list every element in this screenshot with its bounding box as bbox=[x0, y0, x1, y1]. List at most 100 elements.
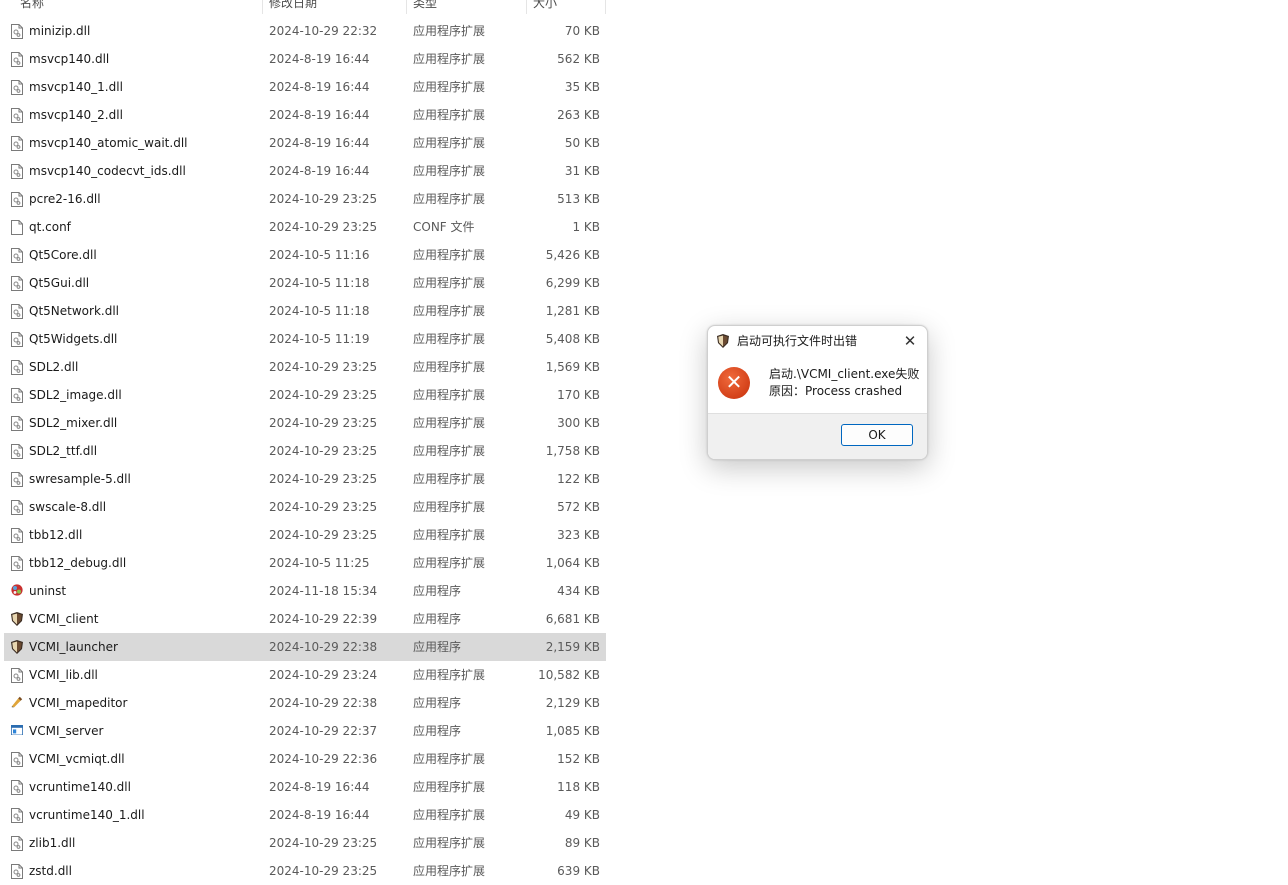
file-type: 应用程序扩展 bbox=[413, 80, 486, 94]
file-date: 2024-10-29 23:25 bbox=[269, 836, 378, 850]
file-row[interactable]: msvcp140_2.dll 2024-8-19 16:44 应用程序扩展 263 K… bbox=[4, 101, 606, 129]
file-row[interactable]: VCMI_mapeditor 2024-10-29 22:38 应用程序 2,129 … bbox=[4, 689, 606, 717]
file-row[interactable]: SDL2_image.dll 2024-10-29 23:25 应用程序扩展 170 … bbox=[4, 381, 606, 409]
file-name: swscale-8.dll bbox=[29, 500, 107, 514]
file-size: 1,569 KB bbox=[545, 360, 600, 374]
file-type: 应用程序扩展 bbox=[413, 780, 486, 794]
file-date: 2024-10-29 23:25 bbox=[269, 360, 378, 374]
file-size: 49 KB bbox=[564, 808, 600, 822]
file-row[interactable]: SDL2_ttf.dll 2024-10-29 23:25 应用程序扩展 1,758 … bbox=[4, 437, 606, 465]
file-row[interactable]: minizip.dll 2024-10-29 22:32 应用程序扩展 70 KB bbox=[4, 17, 606, 45]
ok-button[interactable]: OK bbox=[841, 424, 913, 446]
file-date: 2024-10-29 23:25 bbox=[269, 500, 378, 514]
dialog-title-bar[interactable]: 启动可执行文件时出错 ✕ bbox=[708, 326, 927, 356]
file-row[interactable]: msvcp140.dll 2024-8-19 16:44 应用程序扩展 562 KB bbox=[4, 45, 606, 73]
file-type: 应用程序扩展 bbox=[413, 52, 486, 66]
file-row[interactable]: zlib1.dll 2024-10-29 23:25 应用程序扩展 89 KB bbox=[4, 829, 606, 857]
file-row[interactable]: Qt5Network.dll 2024-10-5 11:18 应用程序扩展 1,281… bbox=[4, 297, 606, 325]
file-row[interactable]: swscale-8.dll 2024-10-29 23:25 应用程序扩展 572 K… bbox=[4, 493, 606, 521]
file-size: 323 KB bbox=[557, 528, 600, 542]
column-divider[interactable] bbox=[526, 0, 527, 14]
file-type: 应用程序扩展 bbox=[413, 836, 486, 850]
file-size: 513 KB bbox=[557, 192, 600, 206]
file-row[interactable]: tbb12_debug.dll 2024-10-5 11:25 应用程序扩展 1,06… bbox=[4, 549, 606, 577]
file-name: msvcp140.dll bbox=[29, 52, 110, 66]
file-row[interactable]: VCMI_lib.dll 2024-10-29 23:24 应用程序扩展 10,582… bbox=[4, 661, 606, 689]
file-row[interactable]: msvcp140_1.dll 2024-8-19 16:44 应用程序扩展 35 KB bbox=[4, 73, 606, 101]
file-row[interactable]: uninst 2024-11-18 15:34 应用程序 434 KB bbox=[4, 577, 606, 605]
file-size: 562 KB bbox=[557, 52, 600, 66]
file-date: 2024-10-5 11:25 bbox=[269, 556, 370, 570]
file-name: msvcp140_2.dll bbox=[29, 108, 123, 122]
file-name: msvcp140_1.dll bbox=[29, 80, 123, 94]
file-row[interactable]: qt.conf 2024-10-29 23:25 CONF 文件 1 KB bbox=[4, 213, 606, 241]
file-name: VCMI_mapeditor bbox=[29, 696, 128, 710]
file-row[interactable]: VCMI_vcmiqt.dll 2024-10-29 22:36 应用程序扩展 152… bbox=[4, 745, 606, 773]
file-size: 50 KB bbox=[564, 136, 600, 150]
column-header-type[interactable]: 类型 bbox=[413, 0, 437, 14]
file-row[interactable]: pcre2-16.dll 2024-10-29 23:25 应用程序扩展 513 KB bbox=[4, 185, 606, 213]
column-divider[interactable] bbox=[605, 0, 606, 14]
file-type: 应用程序扩展 bbox=[413, 108, 486, 122]
file-name: Qt5Network.dll bbox=[29, 304, 119, 318]
dll-file-icon bbox=[11, 500, 23, 515]
file-type: 应用程序扩展 bbox=[413, 416, 486, 430]
error-circle-icon: ✕ bbox=[718, 367, 750, 399]
file-date: 2024-8-19 16:44 bbox=[269, 780, 370, 794]
file-date: 2024-10-29 22:37 bbox=[269, 724, 378, 738]
file-row[interactable]: VCMI_launcher 2024-10-29 22:38 应用程序 2,159 K… bbox=[4, 633, 606, 661]
file-type: 应用程序扩展 bbox=[413, 332, 486, 346]
file-type: 应用程序扩展 bbox=[413, 388, 486, 402]
dialog-title: 启动可执行文件时出错 bbox=[737, 334, 858, 348]
dll-file-icon bbox=[11, 164, 23, 179]
file-row[interactable]: VCMI_server 2024-10-29 22:37 应用程序 1,085 KB bbox=[4, 717, 606, 745]
column-divider[interactable] bbox=[262, 0, 263, 14]
file-size: 170 KB bbox=[557, 388, 600, 402]
file-row[interactable]: SDL2_mixer.dll 2024-10-29 23:25 应用程序扩展 300 … bbox=[4, 409, 606, 437]
file-row[interactable]: Qt5Core.dll 2024-10-5 11:16 应用程序扩展 5,426 KB bbox=[4, 241, 606, 269]
dialog-body: ✕ 启动.\VCMI_client.exe失败 原因：Process crash… bbox=[708, 356, 927, 413]
file-date: 2024-8-19 16:44 bbox=[269, 164, 370, 178]
file-type: 应用程序扩展 bbox=[413, 248, 486, 262]
file-row[interactable]: vcruntime140_1.dll 2024-8-19 16:44 应用程序扩展 4… bbox=[4, 801, 606, 829]
file-type: 应用程序 bbox=[413, 696, 462, 710]
uninstaller-icon bbox=[11, 584, 23, 599]
file-row[interactable]: msvcp140_atomic_wait.dll 2024-8-19 16:44 应… bbox=[4, 129, 606, 157]
file-row[interactable]: Qt5Widgets.dll 2024-10-5 11:19 应用程序扩展 5,408… bbox=[4, 325, 606, 353]
file-type: 应用程序扩展 bbox=[413, 864, 486, 878]
file-name: VCMI_server bbox=[29, 724, 104, 738]
file-size: 639 KB bbox=[557, 864, 600, 878]
file-name: zlib1.dll bbox=[29, 836, 76, 850]
file-type: 应用程序 bbox=[413, 612, 462, 626]
file-row[interactable]: zstd.dll 2024-10-29 23:25 应用程序扩展 639 KB bbox=[4, 857, 606, 885]
file-row[interactable]: vcruntime140.dll 2024-8-19 16:44 应用程序扩展 118… bbox=[4, 773, 606, 801]
close-icon[interactable]: ✕ bbox=[899, 330, 921, 352]
file-name: qt.conf bbox=[29, 220, 71, 234]
column-header-name[interactable]: 名称 bbox=[20, 0, 44, 14]
file-row[interactable]: VCMI_client 2024-10-29 22:39 应用程序 6,681 KB bbox=[4, 605, 606, 633]
file-date: 2024-8-19 16:44 bbox=[269, 108, 370, 122]
file-row[interactable]: msvcp140_codecvt_ids.dll 2024-8-19 16:44 应… bbox=[4, 157, 606, 185]
file-row[interactable]: SDL2.dll 2024-10-29 23:25 应用程序扩展 1,569 KB bbox=[4, 353, 606, 381]
file-date: 2024-10-29 23:25 bbox=[269, 444, 378, 458]
file-row[interactable]: swresample-5.dll 2024-10-29 23:25 应用程序扩展 12… bbox=[4, 465, 606, 493]
blank-file-icon bbox=[11, 220, 23, 235]
column-header-date[interactable]: 修改日期 bbox=[269, 0, 317, 14]
file-name: SDL2_ttf.dll bbox=[29, 444, 98, 458]
file-type: 应用程序扩展 bbox=[413, 808, 486, 822]
file-row[interactable]: Qt5Gui.dll 2024-10-5 11:18 应用程序扩展 6,299 KB bbox=[4, 269, 606, 297]
vcmi-shield-icon bbox=[11, 612, 23, 627]
column-header-size[interactable]: 大小 bbox=[533, 0, 557, 14]
dll-file-icon bbox=[11, 192, 23, 207]
dll-file-icon bbox=[11, 276, 23, 291]
file-size: 1,758 KB bbox=[545, 444, 600, 458]
column-divider[interactable] bbox=[406, 0, 407, 14]
error-message-line2: 原因：Process crashed bbox=[769, 384, 903, 398]
file-row[interactable]: tbb12.dll 2024-10-29 23:25 应用程序扩展 323 KB bbox=[4, 521, 606, 549]
file-date: 2024-10-29 22:36 bbox=[269, 752, 378, 766]
file-name: tbb12.dll bbox=[29, 528, 83, 542]
file-type: 应用程序扩展 bbox=[413, 192, 486, 206]
file-type: 应用程序扩展 bbox=[413, 444, 486, 458]
file-size: 2,129 KB bbox=[545, 696, 600, 710]
file-date: 2024-8-19 16:44 bbox=[269, 80, 370, 94]
